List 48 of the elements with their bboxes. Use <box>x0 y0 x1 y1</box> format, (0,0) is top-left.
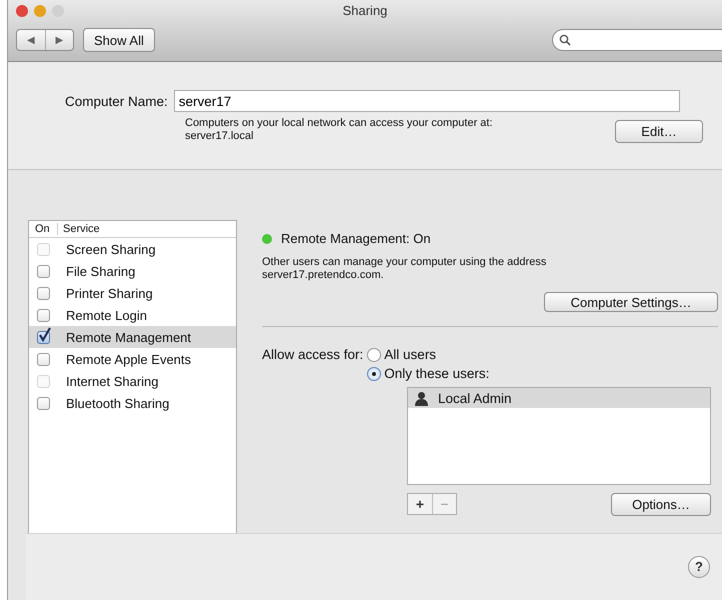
minimize-button[interactable] <box>34 5 46 17</box>
checkbox[interactable] <box>37 286 50 300</box>
service-name: Printer Sharing <box>66 286 153 300</box>
service-name: Bluetooth Sharing <box>66 396 170 410</box>
checkbox[interactable] <box>37 352 50 366</box>
column-header: On <box>29 223 58 235</box>
column-header: Service <box>62 223 100 235</box>
radio-button[interactable] <box>367 366 382 381</box>
access-label: Allow access for: <box>262 347 364 362</box>
edit-button[interactable]: Edit… <box>615 120 703 143</box>
computer-name-field[interactable]: server17 <box>174 90 680 112</box>
network-hint: Computers on your local network can access your computer at: <box>185 117 493 130</box>
local-address: server17.local <box>185 130 254 143</box>
checkbox[interactable] <box>37 396 50 410</box>
service-name: File Sharing <box>66 264 136 278</box>
computer-settings-button[interactable]: Computer Settings… <box>544 292 718 312</box>
show-all-button[interactable]: Show All <box>83 28 155 52</box>
service-row[interactable]: Printer Sharing <box>29 282 236 304</box>
radio-button[interactable] <box>367 348 382 362</box>
radio-option[interactable]: All users <box>367 347 722 362</box>
service-row[interactable]: Bluetooth Sharing <box>29 392 236 414</box>
options-button[interactable]: Options… <box>611 492 711 516</box>
add-button[interactable]: + <box>408 494 432 514</box>
service-name: Remote Apple Events <box>66 352 192 366</box>
status-description: Other users can manage your computer using the address server17.pretendco.com. <box>262 256 548 282</box>
search-field[interactable] <box>552 29 722 51</box>
checkbox[interactable] <box>37 308 50 322</box>
back-button[interactable]: ◀ <box>17 30 45 50</box>
window-title: Sharing <box>342 3 388 18</box>
service-name: Remote Management <box>66 330 192 344</box>
service-name: Screen Sharing <box>66 242 156 256</box>
computer-name-label: Computer Name: <box>65 94 168 108</box>
service-row[interactable]: Remote Login <box>29 304 236 326</box>
service-row[interactable]: Remote Management <box>29 326 236 348</box>
service-row[interactable]: Remote Apple Events <box>29 348 236 370</box>
checkbox[interactable] <box>37 330 50 344</box>
service-row[interactable]: File Sharing <box>29 260 236 282</box>
status-text: Remote Management: On <box>281 231 431 246</box>
search-icon <box>559 34 571 46</box>
user-row[interactable]: Local Admin <box>408 388 710 408</box>
forward-button[interactable]: ▶ <box>45 30 73 50</box>
checkbox[interactable] <box>37 264 50 278</box>
radio-option[interactable]: Only these users: <box>367 366 722 382</box>
close-button[interactable] <box>16 5 28 17</box>
service-name: Remote Login <box>66 308 147 322</box>
help-button[interactable]: ? <box>688 556 710 578</box>
service-name: Internet Sharing <box>66 374 159 388</box>
user-icon <box>414 390 429 406</box>
